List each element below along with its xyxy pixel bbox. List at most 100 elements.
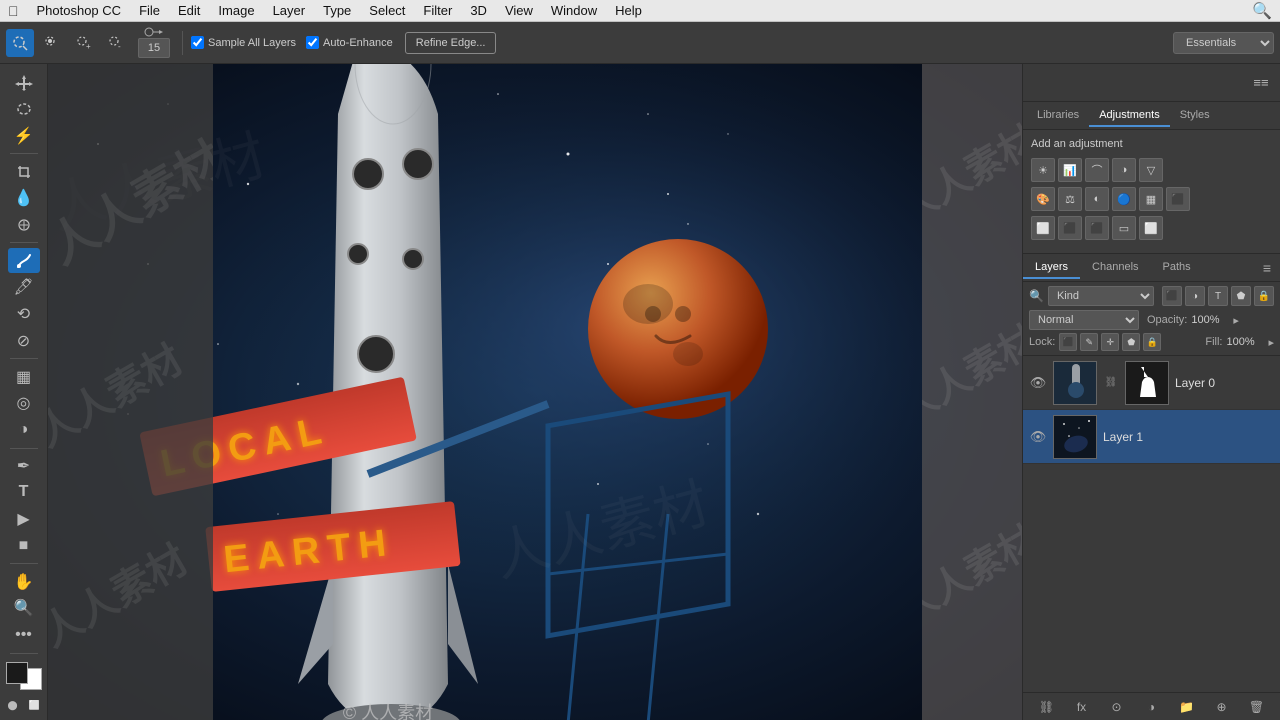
sample-all-layers-label[interactable]: Sample All Layers [191, 36, 296, 49]
opacity-value[interactable]: 100% [1191, 314, 1229, 326]
posterize-adj[interactable]: ⬛ [1058, 216, 1082, 240]
filter-type-icon[interactable]: T [1208, 286, 1228, 306]
levels-adj[interactable]: 📊 [1058, 158, 1082, 182]
workspace-select[interactable]: Essentials Photography Painting [1173, 32, 1274, 54]
layer-1-visibility-icon[interactable]: 👁 [1029, 428, 1047, 446]
photo-filter-adj[interactable]: 🔵 [1112, 187, 1136, 211]
tab-adjustments[interactable]: Adjustments [1089, 105, 1170, 127]
filter-shape-icon[interactable]: ⬟ [1231, 286, 1251, 306]
move-tool-btn[interactable] [8, 70, 40, 95]
clone-stamp-btn[interactable]: 🖋 [8, 275, 40, 300]
black-white-adj[interactable]: ◐ [1085, 187, 1109, 211]
create-fill-adjustment-btn[interactable]: ◑ [1142, 697, 1162, 717]
crop-tool-btn[interactable] [8, 159, 40, 184]
menu-image[interactable]: Image [210, 1, 262, 20]
lock-all-icon[interactable]: 🔒 [1143, 333, 1161, 351]
threshold-adj[interactable]: ⬛ [1085, 216, 1109, 240]
menu-filter[interactable]: Filter [415, 1, 460, 20]
blend-mode-select[interactable]: Normal Dissolve Multiply Screen Overlay [1029, 310, 1139, 330]
eyedropper-tool-btn[interactable]: 💧 [8, 186, 40, 211]
tab-libraries[interactable]: Libraries [1027, 105, 1089, 127]
menu-layer[interactable]: Layer [265, 1, 314, 20]
dodge-tool-btn[interactable]: ◑ [8, 418, 40, 443]
menu-3d[interactable]: 3D [462, 1, 495, 20]
lock-transparent-pixels-icon[interactable]: ⬛ [1059, 333, 1077, 351]
menu-file[interactable]: File [131, 1, 168, 20]
fill-value[interactable]: 100% [1226, 336, 1264, 348]
brightness-contrast-adj[interactable]: ☀ [1031, 158, 1055, 182]
invert-adj[interactable]: ⬜ [1031, 216, 1055, 240]
text-tool-btn[interactable]: T [8, 480, 40, 505]
more-tools-btn[interactable]: ••• [8, 623, 40, 648]
refine-edge-button[interactable]: Refine Edge... [405, 32, 497, 54]
refine-brush-btn[interactable] [38, 29, 66, 57]
auto-enhance-label[interactable]: Auto-Enhance [306, 36, 393, 49]
panel-expand-btn[interactable]: ≡≡ [1248, 70, 1274, 96]
lock-artboard-icon[interactable]: ⬟ [1122, 333, 1140, 351]
brush-size-input[interactable]: 15 [138, 38, 170, 58]
gradient-tool-btn[interactable]: ▦ [8, 364, 40, 389]
foreground-color-swatch[interactable] [6, 662, 28, 684]
magic-wand-tool-btn[interactable]: ⚡ [8, 124, 40, 149]
menu-edit[interactable]: Edit [170, 1, 208, 20]
vibrance-adj[interactable]: ▽ [1139, 158, 1163, 182]
eraser-tool-btn[interactable]: ⊘ [8, 329, 40, 354]
filter-pixel-icon[interactable]: ⬛ [1162, 286, 1182, 306]
menu-type[interactable]: Type [315, 1, 359, 20]
healing-brush-btn[interactable] [8, 213, 40, 238]
channel-mixer-adj[interactable]: ▦ [1139, 187, 1163, 211]
quick-selection-tool-btn[interactable] [6, 29, 34, 57]
create-new-layer-btn[interactable]: ⊕ [1212, 697, 1232, 717]
adjustments-row-3: ⬜ ⬛ ⬛ ▭ ⬜ [1031, 216, 1272, 240]
opacity-arrow-icon[interactable]: ▸ [1233, 314, 1239, 327]
pen-tool-btn[interactable]: ✒ [8, 453, 40, 478]
blur-tool-btn[interactable]: ◎ [8, 391, 40, 416]
menu-help[interactable]: Help [607, 1, 650, 20]
create-group-btn[interactable]: 📁 [1177, 697, 1197, 717]
tab-styles[interactable]: Styles [1170, 105, 1220, 127]
kind-filter-select[interactable]: Kind Name Effect [1048, 286, 1154, 306]
search-icon[interactable]: 🔍 [1252, 1, 1272, 21]
menu-app-name[interactable]: Photoshop CC [29, 1, 130, 20]
color-lookup-adj[interactable]: ⬛ [1166, 187, 1190, 211]
add-layer-style-btn[interactable]: fx [1072, 697, 1092, 717]
zoom-tool-btn[interactable]: 🔍 [8, 596, 40, 621]
lock-image-pixels-icon[interactable]: ✎ [1080, 333, 1098, 351]
layer-item-1[interactable]: 👁 Layer 1 [1023, 410, 1280, 464]
link-layers-btn[interactable]: ⛓ [1037, 697, 1057, 717]
fill-arrow-icon[interactable]: ▸ [1268, 336, 1274, 349]
add-to-selection-btn[interactable]: + [70, 29, 98, 57]
layers-footer: ⛓ fx ⊙ ◑ 📁 ⊕ 🗑 [1023, 692, 1280, 720]
tab-channels[interactable]: Channels [1080, 257, 1150, 279]
lasso-tool-btn[interactable] [8, 97, 40, 122]
gradient-map-adj[interactable]: ▭ [1112, 216, 1136, 240]
lock-position-icon[interactable]: ✛ [1101, 333, 1119, 351]
color-balance-adj[interactable]: ⚖ [1058, 187, 1082, 211]
exposure-adj[interactable]: ◑ [1112, 158, 1136, 182]
layer-item-0[interactable]: 👁 ⛓ [1023, 356, 1280, 410]
hue-sat-adj[interactable]: 🎨 [1031, 187, 1055, 211]
layer-0-visibility-icon[interactable]: 👁 [1029, 374, 1047, 392]
shape-tool-btn[interactable]: ■ [8, 534, 40, 559]
tab-paths[interactable]: Paths [1151, 257, 1203, 279]
selective-color-adj[interactable]: ⬜ [1139, 216, 1163, 240]
menu-window[interactable]: Window [543, 1, 605, 20]
subtract-from-selection-btn[interactable]: - [102, 29, 130, 57]
filter-smart-icon[interactable]: 🔒 [1254, 286, 1274, 306]
quick-mask-btn[interactable]: ⬤ [4, 696, 22, 714]
layers-panel-menu-btn[interactable]: ≡ [1260, 260, 1280, 276]
auto-enhance-checkbox[interactable] [306, 36, 319, 49]
add-layer-mask-btn[interactable]: ⊙ [1107, 697, 1127, 717]
sample-all-layers-checkbox[interactable] [191, 36, 204, 49]
hand-tool-btn[interactable]: ✋ [8, 569, 40, 594]
delete-layer-btn[interactable]: 🗑 [1247, 697, 1267, 717]
screen-mode-btn[interactable]: ⬜ [26, 696, 44, 714]
curves-adj[interactable]: ⌒ [1085, 158, 1109, 182]
path-selection-btn[interactable]: ▶ [8, 507, 40, 532]
menu-view[interactable]: View [497, 1, 541, 20]
menu-select[interactable]: Select [361, 1, 413, 20]
tab-layers[interactable]: Layers [1023, 257, 1080, 279]
filter-adjustment-icon[interactable]: ◑ [1185, 286, 1205, 306]
brush-tool-btn[interactable] [8, 248, 40, 273]
history-brush-btn[interactable]: ⟲ [8, 302, 40, 327]
